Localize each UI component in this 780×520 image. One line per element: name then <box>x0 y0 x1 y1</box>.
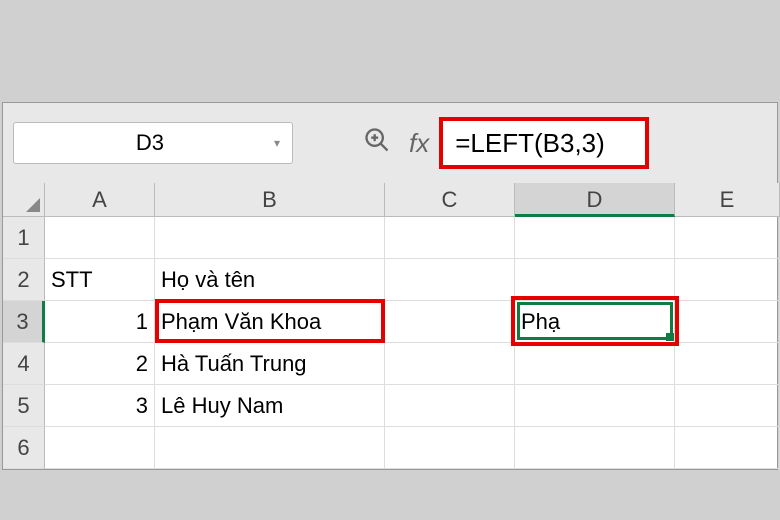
cell-d1[interactable] <box>515 217 675 259</box>
chevron-down-icon[interactable]: ▾ <box>274 136 280 150</box>
cell-b5[interactable]: Lê Huy Nam <box>155 385 385 427</box>
cell-d3[interactable]: Phạ <box>515 301 675 343</box>
cell-a3[interactable]: 1 <box>45 301 155 343</box>
cell-e2[interactable] <box>675 259 780 301</box>
cell-a4[interactable]: 2 <box>45 343 155 385</box>
row-header-4[interactable]: 4 <box>3 343 45 385</box>
cell-d5[interactable] <box>515 385 675 427</box>
name-box[interactable]: D3 ▾ <box>13 122 293 164</box>
col-header-a[interactable]: A <box>45 183 155 217</box>
cell-b6[interactable] <box>155 427 385 469</box>
cell-a2[interactable]: STT <box>45 259 155 301</box>
col-header-c[interactable]: C <box>385 183 515 217</box>
cell-e5[interactable] <box>675 385 780 427</box>
zoom-icon[interactable] <box>363 126 391 161</box>
spreadsheet-grid: A B C D E 1 2 STT Họ và tên 3 <box>3 183 777 469</box>
row-header-1[interactable]: 1 <box>3 217 45 259</box>
cell-c4[interactable] <box>385 343 515 385</box>
select-all-corner[interactable] <box>3 183 45 217</box>
cell-d6[interactable] <box>515 427 675 469</box>
col-header-d[interactable]: D <box>515 183 675 217</box>
cell-d2[interactable] <box>515 259 675 301</box>
cell-a6[interactable] <box>45 427 155 469</box>
formula-text: =LEFT(B3,3) <box>455 128 605 159</box>
row-header-2[interactable]: 2 <box>3 259 45 301</box>
col-header-b[interactable]: B <box>155 183 385 217</box>
col-header-e[interactable]: E <box>675 183 780 217</box>
cell-c5[interactable] <box>385 385 515 427</box>
cell-b2[interactable]: Họ và tên <box>155 259 385 301</box>
cell-a1[interactable] <box>45 217 155 259</box>
row-header-3[interactable]: 3 <box>3 301 45 343</box>
row-header-5[interactable]: 5 <box>3 385 45 427</box>
cell-e1[interactable] <box>675 217 780 259</box>
name-box-value: D3 <box>26 130 274 156</box>
cell-b1[interactable] <box>155 217 385 259</box>
cell-c6[interactable] <box>385 427 515 469</box>
row-header-6[interactable]: 6 <box>3 427 45 469</box>
cell-e6[interactable] <box>675 427 780 469</box>
cell-c2[interactable] <box>385 259 515 301</box>
cell-c1[interactable] <box>385 217 515 259</box>
fx-icon[interactable]: fx <box>409 128 429 159</box>
formula-input[interactable]: =LEFT(B3,3) <box>439 117 649 169</box>
cell-e3[interactable] <box>675 301 780 343</box>
cell-a5[interactable]: 3 <box>45 385 155 427</box>
cell-e4[interactable] <box>675 343 780 385</box>
cell-c3[interactable] <box>385 301 515 343</box>
cell-b3[interactable]: Phạm Văn Khoa <box>155 301 385 343</box>
formula-bar: D3 ▾ fx =LEFT(B3,3) <box>3 103 777 183</box>
cell-d4[interactable] <box>515 343 675 385</box>
cell-b4[interactable]: Hà Tuấn Trung <box>155 343 385 385</box>
